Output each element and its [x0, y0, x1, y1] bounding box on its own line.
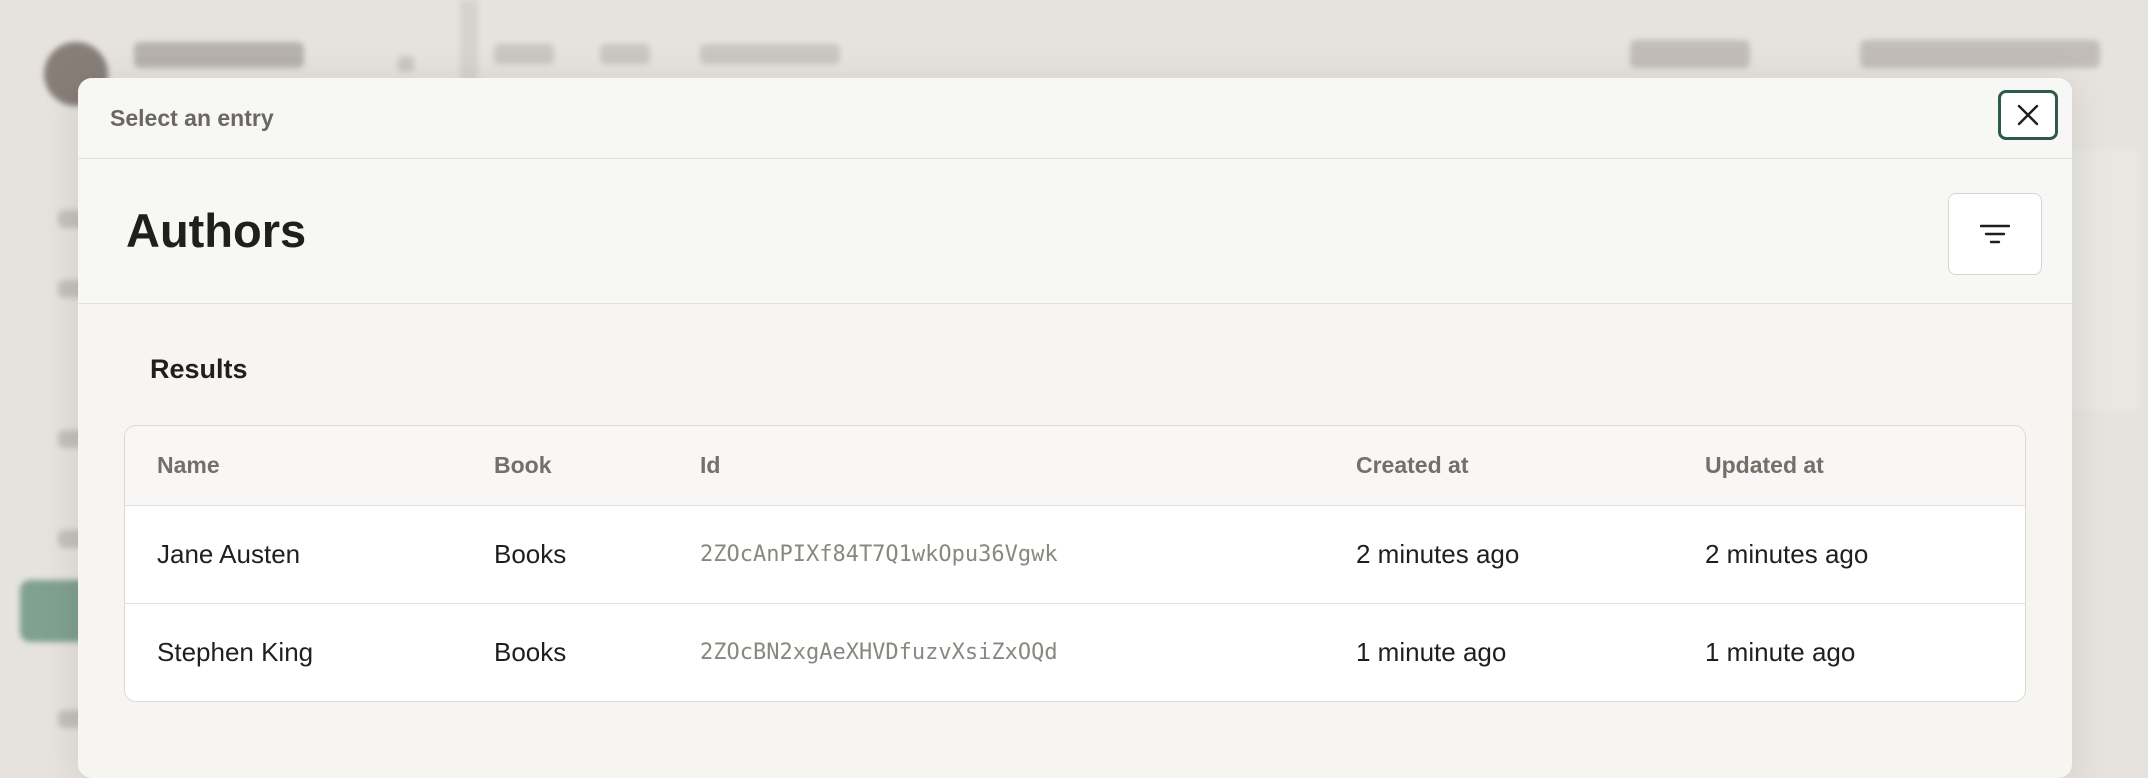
cell-updated-at: 1 minute ago: [1705, 637, 1856, 667]
breadcrumb: [600, 44, 650, 64]
table-row[interactable]: Jane Austen Books 2ZOcAnPIXf84T7Q1wkOpu3…: [125, 506, 2025, 603]
chevron-down-icon: [398, 56, 414, 72]
results-table: Name Book Id Created at Updated at Jane …: [124, 425, 2026, 702]
filter-button[interactable]: [1948, 193, 2042, 275]
select-entry-modal: Select an entry Authors Results Name Boo…: [78, 78, 2072, 778]
column-header-name[interactable]: Name: [157, 426, 220, 505]
cell-updated-at: 2 minutes ago: [1705, 539, 1869, 569]
cell-book: Books: [494, 637, 567, 667]
table-row[interactable]: Stephen King Books 2ZOcBN2xgAeXHVDfuzvXs…: [125, 603, 2025, 701]
top-button: [1860, 40, 2100, 68]
breadcrumb: [494, 44, 554, 64]
cell-id: 2ZOcBN2xgAeXHVDfuzvXsiZxOQd: [700, 640, 1058, 665]
column-header-updated-at[interactable]: Updated at: [1705, 426, 1824, 505]
cell-book: Books: [494, 539, 567, 569]
user-name-placeholder: [134, 42, 304, 68]
cell-id: 2ZOcAnPIXf84T7Q1wkOpu36Vgwk: [700, 542, 1058, 567]
modal-header: Select an entry: [78, 78, 2072, 159]
cell-created-at: 1 minute ago: [1356, 637, 1507, 667]
page-header: Authors: [78, 159, 2072, 304]
column-header-id[interactable]: Id: [700, 426, 720, 505]
results-title: Results: [150, 354, 248, 384]
modal-title: Select an entry: [110, 105, 274, 131]
column-header-book[interactable]: Book: [494, 426, 552, 505]
close-button[interactable]: [1998, 90, 2058, 140]
cell-name: Jane Austen: [157, 539, 301, 569]
page-title: Authors: [126, 204, 307, 257]
filter-icon: [1980, 224, 2010, 244]
close-icon: [2017, 104, 2039, 126]
top-button: [1630, 40, 1750, 68]
cell-name: Stephen King: [157, 637, 314, 667]
column-header-created-at[interactable]: Created at: [1356, 426, 1468, 505]
breadcrumb: [700, 44, 840, 64]
cell-created-at: 2 minutes ago: [1356, 539, 1520, 569]
table-header: Name Book Id Created at Updated at: [125, 426, 2025, 506]
